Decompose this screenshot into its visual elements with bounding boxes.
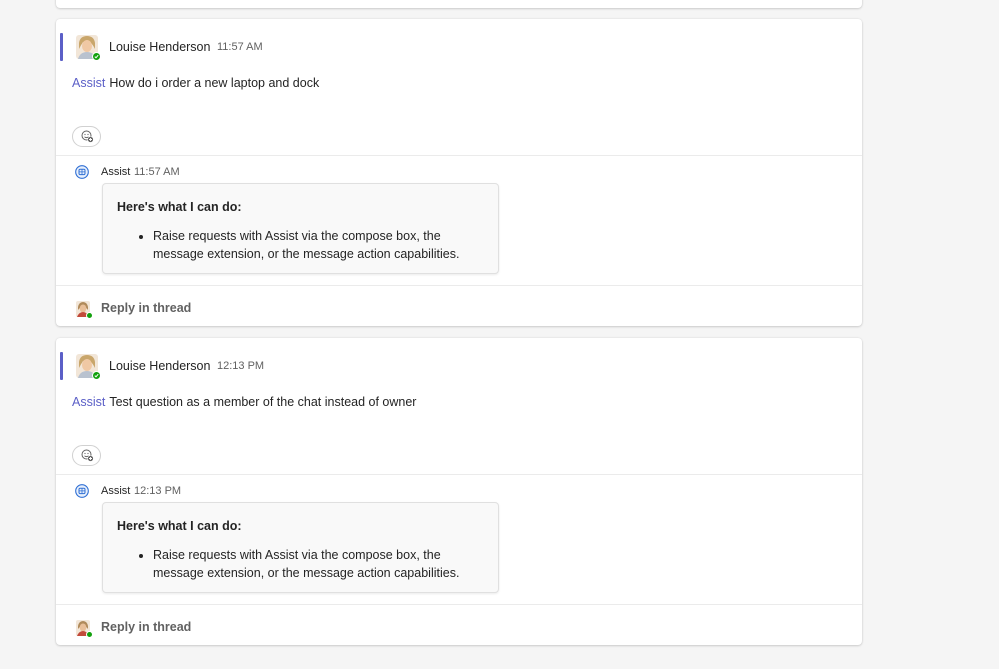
bot-name[interactable]: Assist — [101, 166, 130, 178]
available-presence-icon — [92, 52, 101, 61]
reply-avatar — [76, 620, 93, 638]
reply-avatar — [76, 301, 93, 319]
card-list: Raise requests with Assist via the compo… — [117, 227, 483, 263]
message-text: How do i order a new laptop and dock — [109, 76, 320, 90]
assist-bot-icon — [75, 484, 89, 498]
previous-message-card — [56, 0, 862, 8]
message-author[interactable]: Louise Henderson — [109, 359, 210, 373]
mention-assist[interactable]: Assist — [72, 76, 105, 90]
bot-timestamp: 12:13 PM — [134, 485, 182, 497]
add-reaction-icon — [81, 449, 94, 462]
bot-response-card: Here's what I can do: Raise requests wit… — [102, 502, 499, 593]
message-author[interactable]: Louise Henderson — [109, 40, 210, 54]
message-body: Assist Test question as a member of the c… — [72, 395, 416, 409]
add-reaction-button[interactable] — [72, 126, 101, 147]
divider — [56, 604, 862, 605]
available-presence-icon — [92, 371, 101, 380]
user-avatar[interactable] — [76, 35, 101, 61]
card-list-item: Raise requests with Assist via the compo… — [153, 227, 483, 263]
reply-in-thread-button[interactable]: Reply in thread — [101, 620, 191, 634]
reply-in-thread-button[interactable]: Reply in thread — [101, 301, 191, 315]
card-title: Here's what I can do: — [117, 519, 242, 533]
available-presence-icon — [86, 631, 93, 638]
message-card: Louise Henderson 11:57 AM Assist How do i… — [56, 19, 862, 326]
divider — [56, 474, 862, 475]
bot-response-card: Here's what I can do: Raise requests wit… — [102, 183, 499, 274]
card-list: Raise requests with Assist via the compo… — [117, 546, 483, 582]
mention-assist[interactable]: Assist — [72, 395, 105, 409]
assist-bot-icon — [75, 165, 89, 179]
message-body: Assist How do i order a new laptop and do… — [72, 76, 319, 90]
message-card: Louise Henderson 12:13 PM Assist Test que… — [56, 338, 862, 645]
message-timestamp: 11:57 AM — [217, 41, 263, 53]
divider — [56, 155, 862, 156]
card-title: Here's what I can do: — [117, 200, 242, 214]
user-avatar[interactable] — [76, 354, 101, 380]
divider — [56, 285, 862, 286]
message-accent-bar — [60, 352, 63, 380]
message-timestamp: 12:13 PM — [217, 360, 265, 372]
add-reaction-icon — [81, 130, 94, 143]
card-list-item: Raise requests with Assist via the compo… — [153, 546, 483, 582]
message-accent-bar — [60, 33, 63, 61]
bot-timestamp: 11:57 AM — [134, 166, 180, 178]
available-presence-icon — [86, 312, 93, 319]
add-reaction-button[interactable] — [72, 445, 101, 466]
bot-name[interactable]: Assist — [101, 485, 130, 497]
message-text: Test question as a member of the chat in… — [109, 395, 417, 409]
